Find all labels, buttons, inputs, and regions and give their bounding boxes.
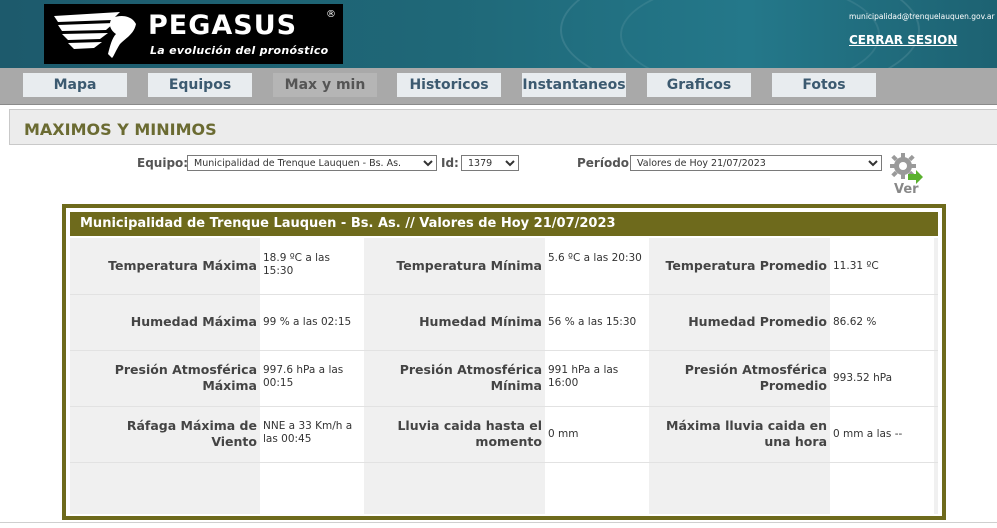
stat-value: 0 mm a las -- xyxy=(833,428,903,440)
row-divider xyxy=(70,294,938,295)
gear-arrow-icon xyxy=(890,153,923,184)
periodo-label: Período: xyxy=(577,156,634,170)
panel-title: Municipalidad de Trenque Lauquen - Bs. A… xyxy=(70,212,938,236)
stat-value: 993.52 hPa xyxy=(833,372,893,384)
stat-value: 99 % a las 02:15 xyxy=(263,316,352,328)
user-email: municipalidad@trenquelauquen.gov.ar xyxy=(849,12,995,21)
periodo-select[interactable]: Valores de Hoy 21/07/2023 xyxy=(630,155,882,171)
stat-label: Humedad Máxima xyxy=(130,314,257,329)
registered-mark: ® xyxy=(326,9,336,20)
stat-label: Máxima lluvia caida en una hora xyxy=(666,418,827,449)
logout-link[interactable]: CERRAR SESION xyxy=(849,33,957,47)
ver-label: Ver xyxy=(894,182,919,197)
id-label: Id: xyxy=(441,156,459,170)
stat-label: Temperatura Promedio xyxy=(665,258,827,273)
stat-label: Lluvia caida hasta el momento xyxy=(397,418,542,449)
header-bar: PEGASUS ® La evolución del pronóstico mu… xyxy=(0,0,997,68)
equipo-label: Equipo: xyxy=(137,156,189,170)
stat-value: 56 % a las 15:30 xyxy=(548,316,637,328)
stat-label: Temperatura Mínima xyxy=(396,258,542,273)
tab-equipos[interactable]: Equipos xyxy=(148,73,252,97)
tab-historicos[interactable]: Historicos xyxy=(397,73,501,97)
ver-button[interactable]: Ver xyxy=(888,152,926,198)
row-divider xyxy=(70,462,938,463)
row-divider xyxy=(70,350,938,351)
brand-name: PEGASUS xyxy=(148,10,298,41)
header-decoration xyxy=(620,0,880,68)
section-title-bar: MAXIMOS Y MINIMOS xyxy=(9,109,997,145)
results-panel: Municipalidad de Trenque Lauquen - Bs. A… xyxy=(62,204,946,520)
tab-fotos[interactable]: Fotos xyxy=(772,73,876,97)
id-select[interactable]: 1379 xyxy=(461,155,519,171)
stat-value: NNE a 33 Km/h a las 00:45 xyxy=(263,420,353,445)
tab-mapa[interactable]: Mapa xyxy=(23,73,127,97)
stat-label: Presión Atmosférica Promedio xyxy=(684,362,827,393)
stat-value: 86.62 % xyxy=(833,316,877,328)
stat-label: Ráfaga Máxima de Viento xyxy=(126,418,257,449)
stat-value: 0 mm xyxy=(548,428,579,440)
nav-divider xyxy=(0,104,997,108)
equipo-select[interactable]: Municipalidad de Trenque Lauquen - Bs. A… xyxy=(187,155,437,171)
stat-label: Presión Atmosférica Máxima xyxy=(114,362,257,393)
footer-divider xyxy=(0,522,997,523)
stat-label: Humedad Promedio xyxy=(688,314,827,329)
main-nav: Mapa Equipos Max y min Historicos Instan… xyxy=(0,68,997,104)
stat-value: 11.31 ºC xyxy=(833,260,879,272)
stats-grid: Temperatura Máxima 18.9 ºC a las 15:30 T… xyxy=(70,238,938,514)
stat-value: 18.9 ºC a las 15:30 xyxy=(263,252,330,277)
pegasus-wing-icon xyxy=(54,12,136,58)
stat-label: Temperatura Máxima xyxy=(108,258,257,273)
stat-value: 991 hPa a las 16:00 xyxy=(548,364,619,389)
tab-instantaneos[interactable]: Instantaneos xyxy=(522,73,626,97)
tab-max-y-min[interactable]: Max y min xyxy=(273,73,377,97)
tab-graficos[interactable]: Graficos xyxy=(647,73,751,97)
row-divider xyxy=(70,406,938,407)
stat-value: 5.6 ºC a las 20:30 xyxy=(548,252,642,264)
stat-label: Humedad Mínima xyxy=(419,314,542,329)
page-title: MAXIMOS Y MINIMOS xyxy=(24,120,217,139)
pegasus-logo[interactable]: PEGASUS ® La evolución del pronóstico xyxy=(44,4,343,64)
stat-value: 997.6 hPa a las 00:15 xyxy=(263,364,344,389)
stat-label: Presión Atmosférica Mínima xyxy=(399,362,542,393)
brand-tagline: La evolución del pronóstico xyxy=(150,44,329,57)
